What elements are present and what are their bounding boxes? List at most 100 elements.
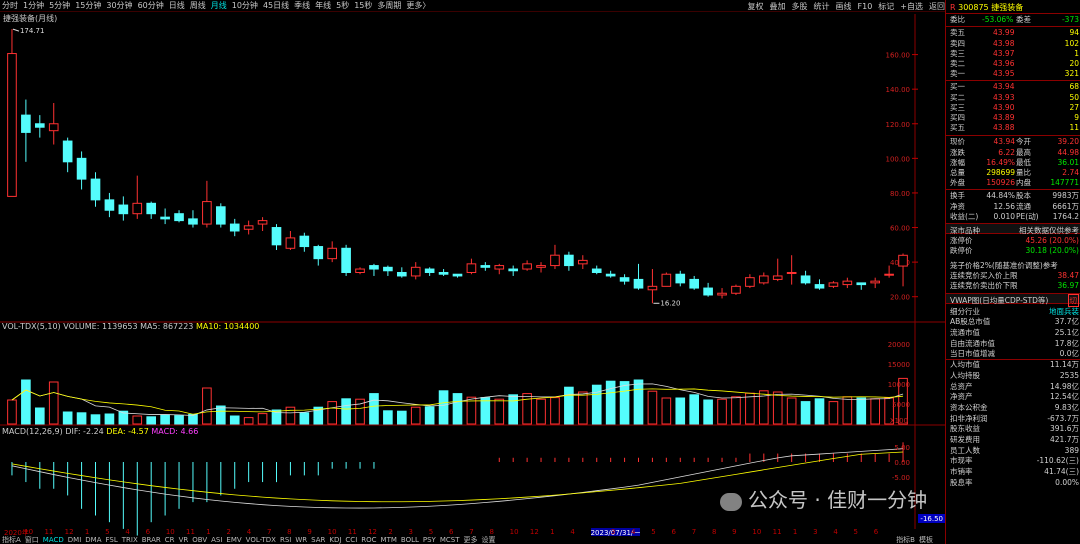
period-6[interactable]: 日线 [169,0,185,11]
candle[interactable] [856,282,867,290]
indicator-tab-13[interactable]: VOL-TDX [246,536,276,544]
candle[interactable] [786,255,797,285]
candle[interactable] [675,270,686,287]
ask-price[interactable]: 43.95 [993,69,1014,78]
indicator-tab-6[interactable]: TRIX [122,536,138,544]
indicator-tab-3[interactable]: DMI [68,536,82,544]
candle[interactable] [898,253,908,287]
topbar-button-3[interactable]: 统计 [814,1,830,12]
indicator-tab-0[interactable]: 指标A [2,535,21,544]
candle[interactable] [132,175,143,219]
candle[interactable] [731,284,741,295]
candle[interactable] [717,288,727,299]
topbar-button-6[interactable]: 标记 [878,1,894,12]
topbar-button-4[interactable]: 画线 [836,1,852,12]
bid-price[interactable]: 43.89 [993,113,1014,122]
candle[interactable] [327,241,338,263]
candle[interactable] [564,251,574,271]
candle[interactable] [452,273,463,278]
topbar-button-8[interactable]: 返回 [929,1,945,12]
candle[interactable] [118,196,129,221]
period-5[interactable]: 60分钟 [138,0,164,11]
candle[interactable] [424,267,435,276]
ask-price[interactable]: 43.98 [993,39,1014,48]
topbar-button-2[interactable]: 多股 [792,1,808,12]
candle[interactable] [174,210,184,223]
indicator-tab-15[interactable]: WR [295,536,307,544]
candle[interactable] [369,263,379,276]
candle[interactable] [508,265,519,276]
candle[interactable] [661,272,672,287]
candle[interactable] [383,265,393,276]
candle[interactable] [828,281,839,289]
indicator-tab-9[interactable]: VR [179,536,189,544]
indicator-tab-21[interactable]: BOLL [401,536,419,544]
period-10[interactable]: 45日线 [263,0,289,11]
vwap-switch-button[interactable]: 切 [1067,294,1079,307]
period-7[interactable]: 周线 [190,0,206,11]
indicator-tab-18[interactable]: CCI [345,536,357,544]
candle[interactable] [104,192,115,218]
bid-price[interactable]: 43.88 [993,123,1014,132]
candle[interactable] [550,244,560,270]
candle[interactable] [76,151,87,190]
period-0[interactable]: 分时 [2,0,18,11]
period-9[interactable]: 10分钟 [232,0,258,11]
candle[interactable] [7,29,17,197]
candle[interactable] [257,217,268,231]
candle[interactable] [160,208,170,225]
indicator-tab-8[interactable]: CR [165,536,175,544]
candle[interactable] [772,258,783,282]
candle[interactable] [34,115,45,138]
candle[interactable] [188,210,198,228]
candle[interactable] [842,277,853,289]
candle[interactable] [313,244,324,266]
candle[interactable] [21,99,31,162]
candle[interactable] [605,270,616,278]
indicator-tab-20[interactable]: MTM [381,536,397,544]
candle[interactable] [689,275,700,290]
main-chart[interactable]: 160.00140.00120.00100.0080.0060.0040.002… [0,14,945,539]
indicator-tab-4[interactable]: DMA [85,536,101,544]
candle[interactable] [271,224,282,251]
candle[interactable] [633,263,644,290]
period-11[interactable]: 季线 [294,0,310,11]
candle[interactable] [355,267,365,275]
candle[interactable] [243,220,254,235]
candle[interactable] [814,279,825,290]
bid-price[interactable]: 43.90 [993,103,1014,112]
candle[interactable] [758,272,769,285]
candle[interactable] [62,137,73,173]
bid-price[interactable]: 43.93 [993,93,1014,102]
topbar-button-0[interactable]: 复权 [748,1,764,12]
bottom-right-tab-0[interactable]: 指标B [896,536,915,544]
candle[interactable] [522,260,532,271]
candle[interactable] [438,269,449,276]
candle[interactable] [619,274,630,285]
topbar-button-1[interactable]: 叠加 [770,1,786,12]
period-3[interactable]: 15分钟 [75,0,101,11]
candle[interactable] [299,232,310,252]
period-13[interactable]: 5秒 [336,0,349,11]
topbar-button-7[interactable]: +自选 [900,1,923,12]
candle[interactable] [410,262,421,280]
vwap-section[interactable]: VWAP图(日均量CDP-STD等) 切 [946,293,1080,307]
candle[interactable] [745,274,755,289]
topbar-button-5[interactable]: F10 [858,2,873,11]
indicator-tab-11[interactable]: ASI [211,536,222,544]
indicator-tab-23[interactable]: MCST [440,536,460,544]
indicator-tab-7[interactable]: BRAR [142,536,161,544]
candle[interactable] [884,265,894,278]
period-16[interactable]: 更多〉 [406,0,430,11]
candle[interactable] [341,244,351,276]
candle[interactable] [703,282,713,297]
period-12[interactable]: 年线 [315,0,331,11]
candle[interactable] [800,270,811,285]
candle[interactable] [285,230,296,251]
candle[interactable] [591,265,602,275]
candle[interactable] [90,172,101,207]
candle[interactable] [480,262,491,271]
indicator-tab-1[interactable]: 窗口 [25,535,39,544]
period-8[interactable]: 月线 [211,0,227,11]
candle[interactable] [647,269,658,304]
